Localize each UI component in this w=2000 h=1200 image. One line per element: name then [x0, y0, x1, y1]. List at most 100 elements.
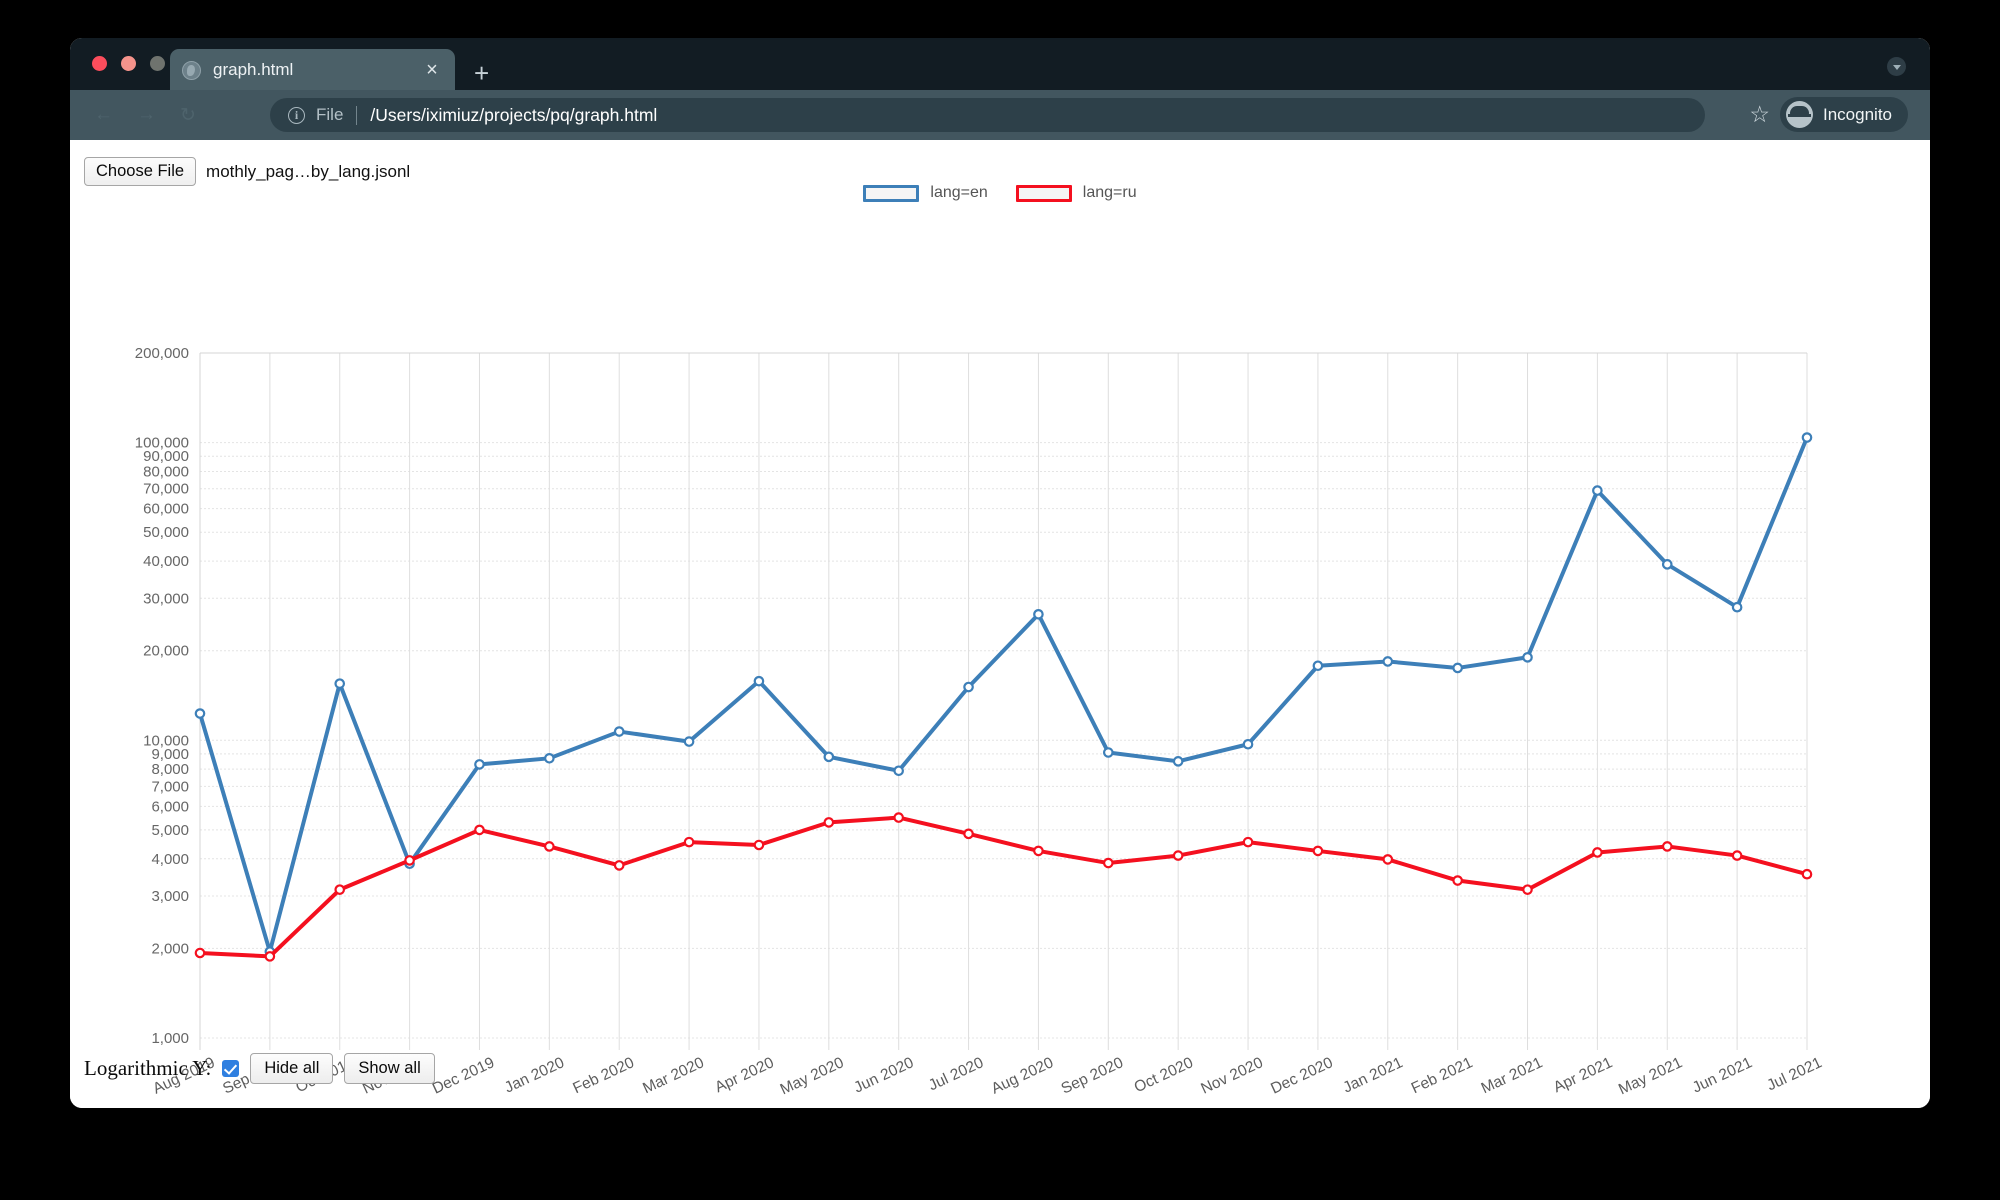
minimize-window-button[interactable] [121, 56, 136, 71]
data-point-marker[interactable] [544, 753, 555, 764]
x-axis-tick-label: Apr 2020 [712, 1054, 777, 1096]
data-point-marker[interactable] [544, 841, 555, 852]
data-point-marker[interactable] [1033, 845, 1044, 857]
data-point-marker[interactable] [1172, 756, 1184, 767]
data-point-marker[interactable] [474, 824, 485, 836]
series-line [198, 815, 1809, 959]
legend-item-lang-en[interactable]: lang=en [863, 184, 988, 202]
reload-icon[interactable]: ↻ [180, 104, 196, 127]
data-point-marker[interactable] [963, 828, 974, 840]
data-point-marker[interactable] [963, 681, 974, 693]
data-point-marker[interactable] [893, 812, 904, 823]
data-point-marker[interactable] [1592, 847, 1603, 858]
forward-icon[interactable]: → [137, 104, 156, 127]
data-point-marker[interactable] [1452, 662, 1463, 674]
legend-item-lang-ru[interactable]: lang=ru [1015, 184, 1137, 202]
data-point-marker[interactable] [1033, 609, 1044, 620]
y-axis-tick-label: 40,000 [143, 553, 189, 570]
hide-all-button[interactable]: Hide all [250, 1053, 334, 1084]
close-tab-icon[interactable]: × [421, 60, 443, 80]
data-point-marker[interactable] [1103, 747, 1114, 758]
data-point-marker[interactable] [334, 678, 346, 689]
x-axis-tick-label: Mar 2020 [640, 1054, 707, 1097]
browser-tab[interactable]: graph.html × [170, 49, 455, 91]
x-axis-tick-label: Apr 2021 [1551, 1054, 1615, 1096]
data-point-marker[interactable] [1522, 652, 1533, 663]
data-point-marker[interactable] [1103, 857, 1114, 869]
logarithmic-y-label: Logarithmic Y: [84, 1056, 212, 1080]
data-point-marker[interactable] [893, 765, 904, 777]
data-point-marker[interactable] [1801, 868, 1813, 880]
data-point-marker[interactable] [404, 855, 415, 866]
incognito-icon [1786, 101, 1813, 128]
incognito-label: Incognito [1823, 104, 1892, 124]
data-point-marker[interactable] [1452, 875, 1463, 886]
data-point-marker[interactable] [194, 947, 206, 959]
data-point-marker[interactable] [1172, 850, 1184, 861]
data-point-marker[interactable] [1522, 884, 1533, 895]
data-point-marker[interactable] [683, 736, 695, 747]
data-point-marker[interactable] [264, 946, 276, 957]
data-point-marker[interactable] [613, 726, 625, 737]
data-point-marker[interactable] [823, 751, 835, 763]
maximize-window-button[interactable] [150, 56, 165, 71]
choose-file-button[interactable]: Choose File [84, 157, 197, 186]
x-axis-tick-label: May 2021 [1616, 1054, 1685, 1098]
x-axis-tick-label: May 2020 [778, 1054, 847, 1098]
x-axis-tick-label: Nov 2020 [1198, 1054, 1266, 1098]
legend-label: lang=ru [1082, 184, 1137, 201]
browser-toolbar: ← → ↻ i File /Users/iximiuz/projects/pq/… [70, 90, 1930, 140]
y-axis-tick-label: 50,000 [143, 524, 189, 541]
data-point-marker[interactable] [1592, 485, 1603, 496]
data-point-marker[interactable] [1731, 601, 1743, 613]
legend-label: lang=en [930, 184, 988, 201]
new-tab-icon[interactable]: + [474, 60, 489, 86]
data-point-marker[interactable] [753, 675, 765, 687]
data-point-marker[interactable] [1312, 660, 1324, 672]
x-axis-tick-label: Sep 2020 [1059, 1054, 1127, 1098]
data-point-marker[interactable] [613, 860, 625, 871]
data-point-marker[interactable] [194, 708, 206, 719]
data-point-marker[interactable] [1731, 850, 1743, 861]
data-point-marker[interactable] [334, 884, 346, 895]
data-point-marker[interactable] [753, 839, 765, 851]
y-axis-tick-label: 100,000 [135, 435, 189, 452]
bookmark-star-icon[interactable]: ☆ [1749, 103, 1770, 126]
info-icon[interactable]: i [288, 106, 305, 124]
data-point-marker[interactable] [474, 759, 485, 770]
y-axis-tick-label: 10,000 [143, 732, 189, 749]
y-axis-tick-label: 5,000 [151, 822, 189, 839]
logarithmic-y-checkbox[interactable] [222, 1060, 240, 1077]
data-point-marker[interactable] [1661, 559, 1673, 570]
data-point-marker[interactable] [1661, 841, 1673, 852]
data-point-marker[interactable] [1312, 845, 1324, 857]
x-axis-tick-label: Jun 2021 [1690, 1054, 1755, 1096]
data-point-marker[interactable] [1801, 432, 1813, 443]
data-point-marker[interactable] [404, 858, 415, 870]
legend-swatch-icon [1015, 184, 1072, 202]
x-axis-tick-label: Aug 2020 [989, 1054, 1057, 1098]
x-axis-tick-label: Jul 2021 [1764, 1054, 1824, 1094]
close-window-button[interactable] [92, 56, 107, 71]
x-axis-tick-label: Feb 2021 [1409, 1054, 1476, 1097]
address-bar[interactable]: i File /Users/iximiuz/projects/pq/graph.… [270, 98, 1705, 132]
line-chart: 1,000 2,000 3,000 4,000 5,000 6,000 7,000 8,000… [70, 140, 1930, 1108]
show-all-button[interactable]: Show all [344, 1053, 435, 1084]
data-point-marker[interactable] [683, 836, 695, 848]
chevron-down-icon[interactable] [1887, 57, 1906, 76]
tab-title: graph.html [213, 60, 294, 79]
url-text: /Users/iximiuz/projects/pq/graph.html [370, 104, 658, 125]
legend-swatch-icon [863, 184, 920, 202]
incognito-profile-chip[interactable]: Incognito [1780, 97, 1908, 132]
data-point-marker[interactable] [264, 951, 276, 962]
data-point-marker[interactable] [1242, 836, 1254, 848]
data-point-marker[interactable] [823, 817, 835, 828]
x-axis-tick-label: Jan 2020 [502, 1054, 567, 1097]
data-point-marker[interactable] [1382, 854, 1394, 865]
page-favicon-icon [182, 60, 201, 80]
data-point-marker[interactable] [1382, 656, 1394, 667]
back-icon[interactable]: ← [94, 104, 113, 127]
chart-legend: lang=en lang=ru [70, 184, 1930, 202]
data-point-marker[interactable] [1242, 738, 1254, 750]
series-line [198, 435, 1809, 954]
